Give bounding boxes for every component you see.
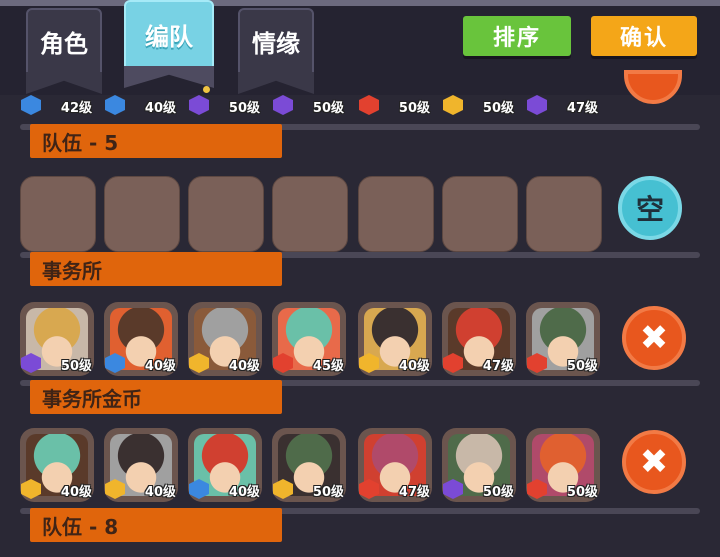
- tab-formation-label: 编队: [145, 22, 193, 51]
- tab-formation[interactable]: 编队: [124, 0, 214, 88]
- empty-slot[interactable]: [20, 176, 96, 252]
- team-label[interactable]: 事务所: [30, 252, 282, 286]
- top-strip: [0, 0, 720, 6]
- empty-slot[interactable]: [272, 176, 348, 252]
- dark-element-icon: [273, 95, 293, 115]
- dark-element-icon: [189, 95, 209, 115]
- light-element-icon: [443, 95, 463, 115]
- character-level: 40级: [228, 359, 260, 374]
- remove-team-button[interactable]: ✖: [622, 430, 686, 494]
- empty-slot[interactable]: [526, 176, 602, 252]
- empty-team-button[interactable]: 空: [618, 176, 682, 240]
- character-level: 40级: [60, 485, 92, 500]
- character-level: 50级: [398, 101, 430, 116]
- character-slot[interactable]: 40级: [104, 428, 178, 502]
- tab-characters[interactable]: 角色: [26, 8, 102, 94]
- character-slot[interactable]: 50级: [442, 94, 516, 118]
- team-label[interactable]: 队伍 - 5: [30, 124, 282, 158]
- tab-bonds[interactable]: 情缘: [238, 8, 314, 94]
- character-level: 40级: [144, 359, 176, 374]
- team-row-empty: [20, 176, 610, 258]
- tab-characters-label: 角色: [40, 29, 88, 58]
- character-slot[interactable]: 40级: [188, 428, 262, 502]
- character-level: 40级: [398, 359, 430, 374]
- empty-slot[interactable]: [442, 176, 518, 252]
- character-level: 50级: [312, 485, 344, 500]
- character-slot[interactable]: 40级: [104, 94, 178, 118]
- character-slot[interactable]: 40级: [20, 428, 94, 502]
- fire-element-icon: [359, 95, 379, 115]
- character-slot[interactable]: 50级: [526, 428, 600, 502]
- dark-element-icon: [527, 95, 547, 115]
- empty-slot[interactable]: [358, 176, 434, 252]
- tab-bonds-label: 情缘: [252, 29, 300, 58]
- character-slot[interactable]: 50级: [358, 94, 432, 118]
- character-level: 45级: [312, 359, 344, 374]
- character-level: 40级: [144, 485, 176, 500]
- team-row: 40级 40级 40级 50级 47级 50级 50级: [20, 428, 610, 510]
- character-slot[interactable]: 50级: [272, 94, 346, 118]
- notification-dot: [203, 86, 210, 93]
- character-level: 50级: [312, 101, 344, 116]
- character-slot[interactable]: 50级: [188, 94, 262, 118]
- character-slot[interactable]: 47级: [526, 94, 600, 118]
- remove-team-button-partial[interactable]: [624, 70, 682, 104]
- remove-team-button[interactable]: ✖: [622, 306, 686, 370]
- character-slot[interactable]: 42级: [20, 94, 94, 118]
- character-level: 42级: [60, 101, 92, 116]
- character-slot[interactable]: 50级: [272, 428, 346, 502]
- character-slot[interactable]: 50级: [20, 302, 94, 376]
- character-level: 50级: [482, 485, 514, 500]
- character-level: 50级: [60, 359, 92, 374]
- water-element-icon: [105, 95, 125, 115]
- character-level: 40级: [144, 101, 176, 116]
- character-slot[interactable]: 47级: [442, 302, 516, 376]
- team-row: 50级 40级 40级 45级 40级 47级 50级: [20, 302, 610, 384]
- character-level: 50级: [566, 485, 598, 500]
- character-slot[interactable]: 40级: [188, 302, 262, 376]
- character-level: 50级: [228, 101, 260, 116]
- character-slot[interactable]: 50级: [526, 302, 600, 376]
- character-level: 40级: [228, 485, 260, 500]
- water-element-icon: [21, 95, 41, 115]
- character-slot[interactable]: 50级: [442, 428, 516, 502]
- character-level: 47级: [398, 485, 430, 500]
- team-label[interactable]: 队伍 - 8: [30, 508, 282, 542]
- confirm-button[interactable]: 确认: [591, 16, 697, 56]
- sort-button[interactable]: 排序: [463, 16, 571, 56]
- empty-slot[interactable]: [104, 176, 180, 252]
- character-slot[interactable]: 45级: [272, 302, 346, 376]
- character-slot[interactable]: 47级: [358, 428, 432, 502]
- character-slot[interactable]: 40级: [358, 302, 432, 376]
- team-row-partial: 42级 40级 50级 50级 50级 50级 47级: [20, 94, 610, 118]
- team-label[interactable]: 事务所金币: [30, 380, 282, 414]
- character-level: 47级: [482, 359, 514, 374]
- character-slot[interactable]: 40级: [104, 302, 178, 376]
- character-level: 50级: [482, 101, 514, 116]
- character-level: 50级: [566, 359, 598, 374]
- empty-slot[interactable]: [188, 176, 264, 252]
- character-level: 47级: [566, 101, 598, 116]
